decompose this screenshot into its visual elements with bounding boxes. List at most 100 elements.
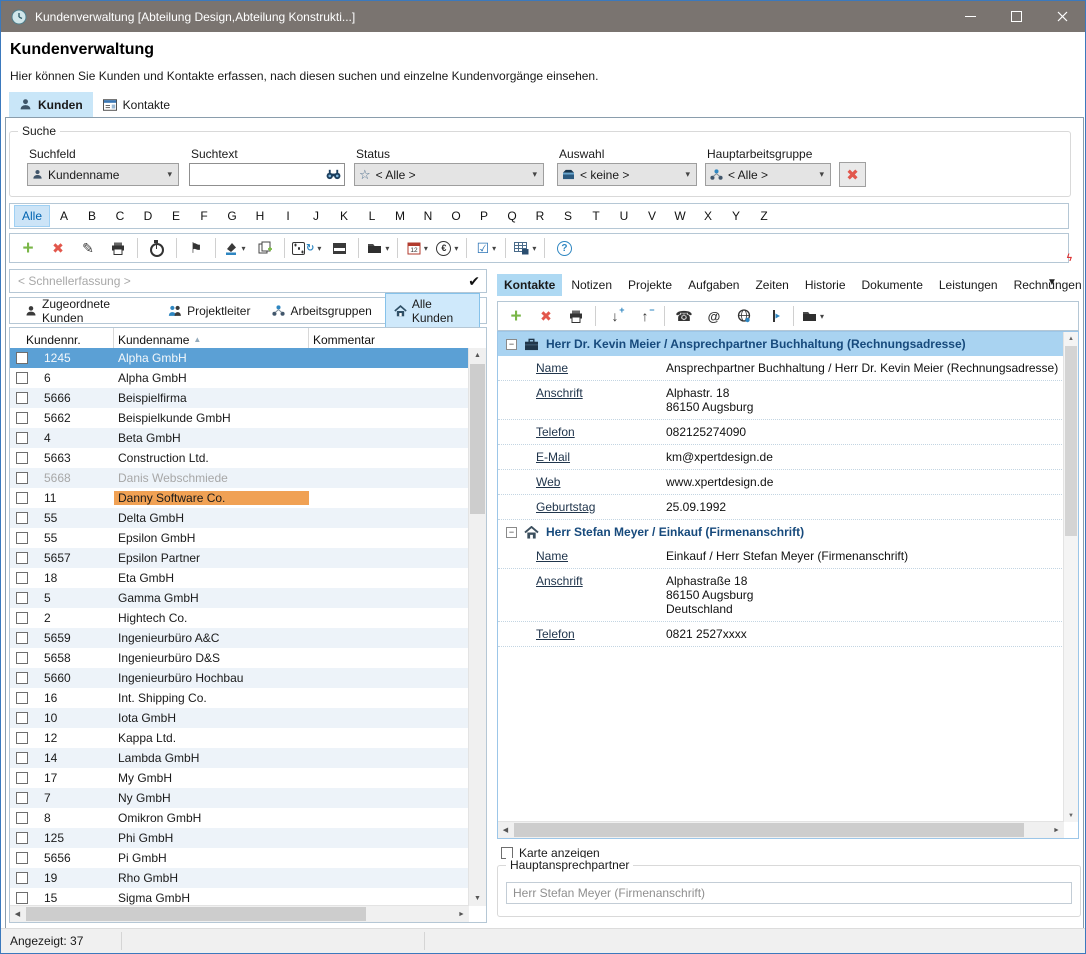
detail-tab-aufgaben[interactable]: Aufgaben bbox=[681, 274, 746, 296]
column-header-kundenname[interactable]: Kundenname▲ bbox=[114, 328, 309, 348]
alphabet-item-q[interactable]: Q bbox=[498, 206, 526, 226]
table-row[interactable]: 5668Danis Webschmiede bbox=[10, 468, 469, 488]
vertical-scrollbar[interactable]: ▲ ▼ bbox=[468, 348, 486, 906]
dropdown-arrow-icon[interactable]: ▾ bbox=[820, 312, 824, 321]
scroll-right-icon[interactable]: ► bbox=[1049, 822, 1064, 838]
dropdown-arrow-icon[interactable]: ▾ bbox=[492, 244, 496, 253]
table-row[interactable]: 7Ny GmbH bbox=[10, 788, 469, 808]
dropdown-arrow-icon[interactable]: ▾ bbox=[241, 244, 245, 253]
contact-field-label[interactable]: Telefon bbox=[536, 627, 666, 641]
table-row[interactable]: 11Danny Software Co. bbox=[10, 488, 469, 508]
import-contact-button[interactable]: ↓+ bbox=[601, 304, 629, 328]
column-header-kundennr[interactable]: Kundennr. bbox=[10, 328, 114, 348]
detail-tab-projekte[interactable]: Projekte bbox=[621, 274, 679, 296]
view-tab-alle-kunden[interactable]: Alle Kunden bbox=[385, 293, 480, 329]
scrollbar-thumb[interactable] bbox=[470, 364, 485, 514]
row-checkbox[interactable] bbox=[16, 652, 28, 664]
view-tab-zugeordnete-kunden[interactable]: Zugeordnete Kunden bbox=[16, 293, 155, 329]
alphabet-item-g[interactable]: G bbox=[218, 206, 246, 226]
column-header-kommentar[interactable]: Kommentar bbox=[309, 328, 486, 348]
table-row[interactable]: 12Kappa Ltd. bbox=[10, 728, 469, 748]
detail-tab-zeiten[interactable]: Zeiten bbox=[748, 274, 795, 296]
edit-customer-button[interactable]: ✎ bbox=[74, 236, 102, 260]
close-button[interactable] bbox=[1039, 1, 1085, 32]
export-contact-button[interactable]: ↑− bbox=[631, 304, 659, 328]
contact-field-label[interactable]: Name bbox=[536, 361, 666, 375]
scroll-left-icon[interactable]: ◀ bbox=[10, 906, 25, 922]
new-customer-button[interactable]: + bbox=[14, 236, 42, 260]
table-row[interactable]: 5Gamma GmbH bbox=[10, 588, 469, 608]
contact-field-label[interactable]: E-Mail bbox=[536, 450, 666, 464]
tab-kunden[interactable]: Kunden bbox=[9, 92, 93, 117]
time-tracking-button[interactable] bbox=[143, 236, 171, 260]
table-row[interactable]: 1245Alpha GmbH bbox=[10, 348, 469, 368]
suchtext-input[interactable] bbox=[193, 167, 326, 183]
table-row[interactable]: 5662Beispielkunde GmbH bbox=[10, 408, 469, 428]
horizontal-scrollbar[interactable]: ◀ ► bbox=[498, 821, 1064, 838]
add-contact-button[interactable]: + bbox=[502, 304, 530, 328]
table-export-button[interactable]: ▾ bbox=[511, 236, 539, 260]
table-row[interactable]: 5657Epsilon Partner bbox=[10, 548, 469, 568]
row-checkbox[interactable] bbox=[16, 892, 28, 904]
row-checkbox[interactable] bbox=[16, 752, 28, 764]
alphabet-item-z[interactable]: Z bbox=[750, 206, 778, 226]
row-checkbox[interactable] bbox=[16, 772, 28, 784]
dropdown-arrow-icon[interactable]: ▾ bbox=[454, 244, 458, 253]
alphabet-item-t[interactable]: T bbox=[582, 206, 610, 226]
die-refresh-button[interactable]: ↻ ▾ bbox=[290, 236, 323, 260]
alphabet-item-k[interactable]: K bbox=[330, 206, 358, 226]
fill-color-button[interactable]: ▾ bbox=[221, 236, 249, 260]
contact-field-label[interactable]: Geburtstag bbox=[536, 500, 666, 514]
row-checkbox[interactable] bbox=[16, 572, 28, 584]
detail-tab-dokumente[interactable]: Dokumente bbox=[855, 274, 930, 296]
scrollbar-thumb[interactable] bbox=[1065, 346, 1077, 536]
delete-customer-button[interactable]: ✖ bbox=[44, 236, 72, 260]
dropdown-arrow-icon[interactable]: ▾ bbox=[317, 244, 321, 253]
alphabet-item-f[interactable]: F bbox=[190, 206, 218, 226]
dropdown-arrow-icon[interactable]: ▾ bbox=[532, 244, 536, 253]
contact-field-label[interactable]: Telefon bbox=[536, 425, 666, 439]
table-row[interactable]: 19Rho GmbH bbox=[10, 868, 469, 888]
view-tab-projektleiter[interactable]: Projektleiter bbox=[159, 300, 259, 322]
table-row[interactable]: 16Int. Shipping Co. bbox=[10, 688, 469, 708]
table-row[interactable]: 18Eta GmbH bbox=[10, 568, 469, 588]
alphabet-item-s[interactable]: S bbox=[554, 206, 582, 226]
confirm-check-icon[interactable]: ✔ bbox=[468, 273, 480, 290]
table-row[interactable]: 17My GmbH bbox=[10, 768, 469, 788]
row-checkbox[interactable] bbox=[16, 492, 28, 504]
row-checkbox[interactable] bbox=[16, 352, 28, 364]
row-checkbox[interactable] bbox=[16, 592, 28, 604]
minimize-button[interactable] bbox=[947, 1, 993, 32]
auswahl-combo[interactable]: < keine > ▾ bbox=[557, 163, 697, 186]
row-checkbox[interactable] bbox=[16, 552, 28, 564]
table-row[interactable]: 2Hightech Co. bbox=[10, 608, 469, 628]
scroll-right-icon[interactable]: ► bbox=[454, 906, 469, 922]
table-row[interactable]: 5666Beispielfirma bbox=[10, 388, 469, 408]
row-checkbox[interactable] bbox=[16, 872, 28, 884]
table-row[interactable]: 55Delta GmbH bbox=[10, 508, 469, 528]
clear-search-button[interactable]: ✖ bbox=[839, 162, 866, 187]
row-checkbox[interactable] bbox=[16, 452, 28, 464]
alphabet-item-m[interactable]: M bbox=[386, 206, 414, 226]
alphabet-item-h[interactable]: H bbox=[246, 206, 274, 226]
alphabet-item-n[interactable]: N bbox=[414, 206, 442, 226]
scroll-left-icon[interactable]: ◀ bbox=[498, 822, 513, 838]
table-row[interactable]: 15Sigma GmbH bbox=[10, 888, 469, 906]
detail-tab-leistungen[interactable]: Leistungen bbox=[932, 274, 1005, 296]
tab-kontakte[interactable]: Kontakte bbox=[93, 92, 180, 117]
scrollbar-thumb[interactable] bbox=[26, 907, 366, 921]
alphabet-item-v[interactable]: V bbox=[638, 206, 666, 226]
tab-overflow-icon[interactable]: ▼ bbox=[1047, 277, 1057, 288]
alphabet-item-x[interactable]: X bbox=[694, 206, 722, 226]
scrollbar-thumb[interactable] bbox=[514, 823, 1024, 837]
row-checkbox[interactable] bbox=[16, 812, 28, 824]
table-row[interactable]: 125Phi GmbH bbox=[10, 828, 469, 848]
binoculars-icon[interactable] bbox=[326, 169, 341, 180]
row-checkbox[interactable] bbox=[16, 512, 28, 524]
split-view-button[interactable] bbox=[325, 236, 353, 260]
contact-field-label[interactable]: Anschrift bbox=[536, 386, 666, 414]
call-button[interactable]: ☎ bbox=[670, 304, 698, 328]
row-checkbox[interactable] bbox=[16, 692, 28, 704]
alphabet-item-i[interactable]: I bbox=[274, 206, 302, 226]
table-row[interactable]: 5658Ingenieurbüro D&S bbox=[10, 648, 469, 668]
